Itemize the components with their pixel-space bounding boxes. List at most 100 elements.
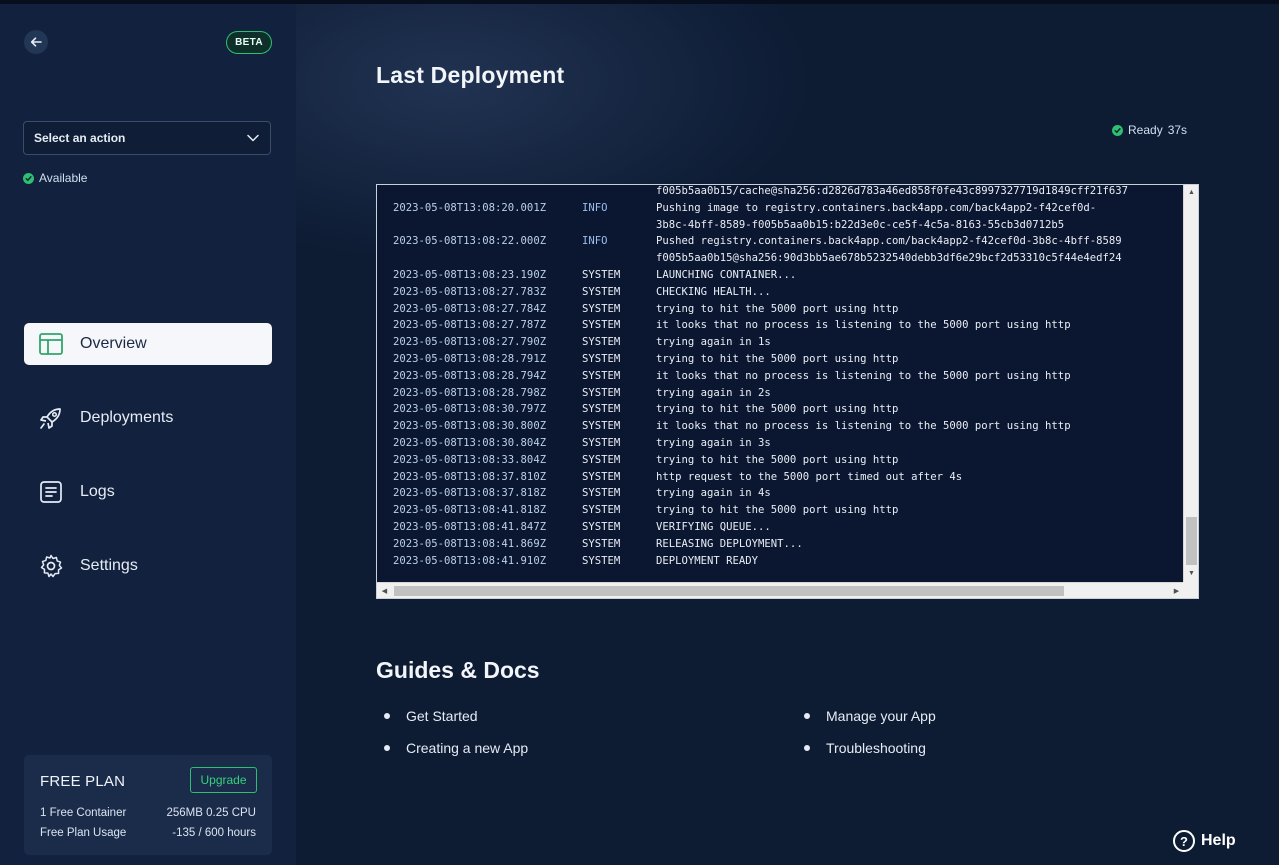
log-message: http request to the 5000 port timed out … bbox=[656, 470, 963, 483]
action-select-value: Select an action bbox=[34, 131, 126, 145]
scroll-up-icon[interactable]: ▲ bbox=[1184, 185, 1198, 200]
question-circle-icon: ? bbox=[1173, 830, 1195, 852]
log-message: VERIFYING QUEUE... bbox=[656, 520, 771, 533]
sidebar-item-logs[interactable]: Logs bbox=[24, 471, 272, 513]
chevron-down-icon bbox=[247, 134, 259, 142]
page-title: Last Deployment bbox=[376, 62, 565, 88]
log-message: it looks that no process is listening to… bbox=[656, 369, 1071, 382]
log-message: f005b5aa0b15@sha256:90d3bb5ae678b5232540… bbox=[656, 252, 1122, 265]
log-timestamp: 2023-05-08T13:08:27.790Z bbox=[393, 336, 547, 349]
log-timestamp: 2023-05-08T13:08:30.800Z bbox=[393, 420, 547, 433]
log-level: SYSTEM bbox=[582, 403, 621, 416]
plan-row-label: 1 Free Container bbox=[40, 807, 127, 819]
deployment-status-time: 37s bbox=[1167, 123, 1188, 137]
log-line: 2023-05-08T13:08:22.000Z INFO Pushed regis… bbox=[393, 233, 1183, 250]
scroll-left-icon[interactable]: ◀ bbox=[377, 583, 392, 598]
upgrade-button[interactable]: Upgrade bbox=[190, 767, 257, 793]
sidebar-item-label: Overview bbox=[80, 335, 147, 352]
log-timestamp: 2023-05-08T13:08:27.784Z bbox=[393, 302, 547, 315]
log-level: SYSTEM bbox=[582, 336, 621, 349]
log-level bbox=[582, 185, 656, 200]
horizontal-scrollbar[interactable]: ◀ ▶ bbox=[377, 582, 1185, 598]
layout-icon bbox=[39, 333, 63, 355]
log-message: LAUNCHING CONTAINER... bbox=[656, 268, 797, 281]
plan-row-value: 256MB 0.25 CPU bbox=[166, 807, 257, 819]
guides-title: Guides & Docs bbox=[376, 657, 540, 683]
log-timestamp: 2023-05-08T13:08:27.787Z bbox=[393, 319, 547, 332]
scroll-right-icon[interactable]: ▶ bbox=[1169, 583, 1184, 598]
log-line: 2023-05-08T13:08:37.818Z SYSTEM trying aga… bbox=[393, 485, 1183, 502]
sidebar-item-deployments[interactable]: Deployments bbox=[24, 397, 272, 439]
log-message: RELEASING DEPLOYMENT... bbox=[656, 537, 803, 550]
check-circle-icon bbox=[23, 172, 34, 184]
log-level: SYSTEM bbox=[582, 470, 621, 483]
log-level: SYSTEM bbox=[582, 369, 621, 382]
log-line: 2023-05-08T13:08:30.800Z SYSTEM it looks t… bbox=[393, 418, 1183, 435]
rocket-icon bbox=[40, 408, 61, 429]
log-level: SYSTEM bbox=[582, 319, 621, 332]
log-level: SYSTEM bbox=[582, 285, 621, 298]
guide-link-troubleshooting[interactable]: Troubleshooting bbox=[804, 740, 926, 756]
log-message: it looks that no process is listening to… bbox=[656, 420, 1071, 433]
sidebar-item-settings[interactable]: Settings bbox=[24, 545, 272, 587]
log-lines: f005b5aa0b15/cache@sha256:d2826d783a46ed… bbox=[393, 185, 1183, 570]
log-level: INFO bbox=[582, 201, 608, 214]
log-message: CHECKING HEALTH... bbox=[656, 285, 771, 298]
back-button[interactable] bbox=[24, 30, 48, 54]
log-level: SYSTEM bbox=[582, 386, 621, 399]
log-level: SYSTEM bbox=[582, 420, 621, 433]
bullet-icon bbox=[804, 713, 810, 719]
log-level: SYSTEM bbox=[582, 520, 621, 533]
deployment-log-panel[interactable]: f005b5aa0b15/cache@sha256:d2826d783a46ed… bbox=[376, 184, 1199, 599]
scrollbar-corner bbox=[1183, 582, 1198, 598]
guide-link-creating-app[interactable]: Creating a new App bbox=[384, 740, 528, 756]
log-timestamp: 2023-05-08T13:08:33.804Z bbox=[393, 453, 547, 466]
log-level: SYSTEM bbox=[582, 302, 621, 315]
guide-link-label: Manage your App bbox=[826, 708, 936, 724]
sidebar-item-overview[interactable]: Overview bbox=[24, 323, 272, 365]
log-message: trying to hit the 5000 port using http bbox=[656, 403, 899, 416]
log-level bbox=[582, 250, 656, 267]
log-line: 2023-05-08T13:08:41.910Z SYSTEM DEPLOYMENT… bbox=[393, 553, 1183, 570]
sidebar: BETA Select an action Available Overview… bbox=[0, 4, 296, 865]
action-select[interactable]: Select an action bbox=[23, 121, 271, 155]
log-timestamp: 2023-05-08T13:08:41.910Z bbox=[393, 554, 547, 567]
guide-link-get-started[interactable]: Get Started bbox=[384, 708, 478, 724]
bullet-icon bbox=[384, 713, 390, 719]
log-message: trying to hit the 5000 port using http bbox=[656, 302, 899, 315]
log-line: 2023-05-08T13:08:28.794Z SYSTEM it looks t… bbox=[393, 368, 1183, 385]
scroll-down-icon[interactable]: ▼ bbox=[1184, 566, 1198, 581]
deployment-status-label: Ready bbox=[1128, 123, 1163, 137]
guide-link-manage-app[interactable]: Manage your App bbox=[804, 708, 936, 724]
log-line: 2023-05-08T13:08:41.869Z SYSTEM RELEASING … bbox=[393, 536, 1183, 553]
log-line: 2023-05-08T13:08:30.804Z SYSTEM trying aga… bbox=[393, 435, 1183, 452]
vertical-scrollbar[interactable]: ▲ ▼ bbox=[1183, 185, 1198, 582]
main-content: Last Deployment Ready 37s f005b5aa0b15/c… bbox=[296, 4, 1279, 865]
log-message: trying to hit the 5000 port using http bbox=[656, 352, 899, 365]
help-button[interactable]: ? Help bbox=[1173, 830, 1236, 852]
log-line: 2023-05-08T13:08:23.190Z SYSTEM LAUNCHING … bbox=[393, 267, 1183, 284]
sidebar-item-label: Logs bbox=[80, 483, 115, 500]
vertical-scroll-thumb[interactable] bbox=[1186, 517, 1197, 565]
log-timestamp: 2023-05-08T13:08:28.798Z bbox=[393, 386, 547, 399]
log-line: 2023-05-08T13:08:27.787Z SYSTEM it looks t… bbox=[393, 317, 1183, 334]
log-level: SYSTEM bbox=[582, 504, 621, 517]
plan-row: 1 Free Container 256MB 0.25 CPU bbox=[40, 807, 256, 819]
log-timestamp: 2023-05-08T13:08:20.001Z bbox=[393, 201, 547, 214]
log-timestamp bbox=[393, 217, 582, 234]
log-timestamp: 2023-05-08T13:08:30.797Z bbox=[393, 403, 547, 416]
log-timestamp: 2023-05-08T13:08:28.791Z bbox=[393, 352, 547, 365]
log-line: 2023-05-08T13:08:27.783Z SYSTEM CHECKING H… bbox=[393, 284, 1183, 301]
log-message: Pushing image to registry.containers.bac… bbox=[656, 201, 1097, 214]
log-timestamp: 2023-05-08T13:08:23.190Z bbox=[393, 268, 547, 281]
check-circle-icon bbox=[1112, 124, 1123, 136]
log-timestamp bbox=[393, 250, 582, 267]
log-level: SYSTEM bbox=[582, 537, 621, 550]
log-level bbox=[582, 217, 656, 234]
log-timestamp: 2023-05-08T13:08:22.000Z bbox=[393, 235, 547, 248]
log-line: 2023-05-08T13:08:33.804Z SYSTEM trying to … bbox=[393, 452, 1183, 469]
guide-link-label: Troubleshooting bbox=[826, 740, 926, 756]
log-level: SYSTEM bbox=[582, 268, 621, 281]
horizontal-scroll-thumb[interactable] bbox=[394, 586, 1064, 596]
log-message: trying again in 1s bbox=[656, 336, 771, 349]
